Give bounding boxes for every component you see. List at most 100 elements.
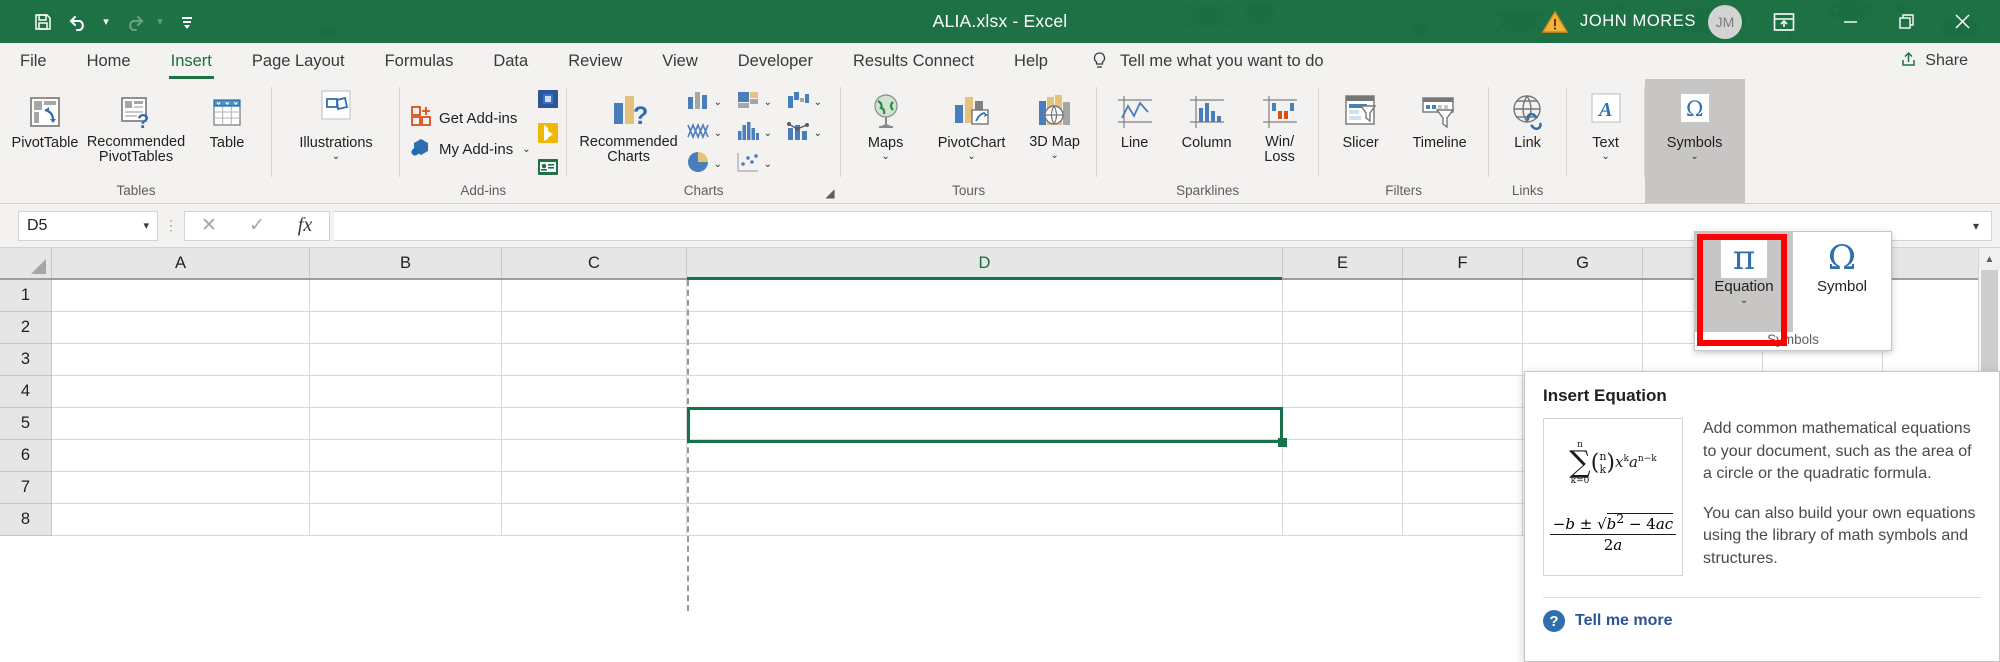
cell-b3[interactable] xyxy=(310,344,502,376)
close-icon[interactable] xyxy=(1934,0,1990,43)
cell-e8[interactable] xyxy=(1283,504,1403,536)
cell-f8[interactable] xyxy=(1403,504,1523,536)
cell-d2[interactable] xyxy=(687,312,1283,344)
cell-e4[interactable] xyxy=(1283,376,1403,408)
maps-button[interactable]: Maps ⌄ xyxy=(847,87,925,166)
hierarchy-chart-caret-icon[interactable]: ⌄ xyxy=(764,97,772,108)
sparkline-winloss-button[interactable]: Win/ Loss xyxy=(1247,87,1313,169)
cell-d4[interactable] xyxy=(687,376,1283,408)
cell-b5[interactable] xyxy=(310,408,502,440)
row-header-3[interactable]: 3 xyxy=(0,344,52,376)
pivottable-button[interactable]: PivotTable xyxy=(6,87,84,155)
share-button[interactable]: Share xyxy=(1886,48,1982,74)
cell-e6[interactable] xyxy=(1283,440,1403,472)
restore-icon[interactable] xyxy=(1878,0,1934,43)
row-header-7[interactable]: 7 xyxy=(0,472,52,504)
cell-a7[interactable] xyxy=(52,472,310,504)
tab-formulas[interactable]: Formulas xyxy=(365,43,474,79)
cell-d6[interactable] xyxy=(687,440,1283,472)
fill-handle[interactable] xyxy=(1278,438,1287,447)
cell-d1[interactable] xyxy=(687,280,1283,312)
cell-b2[interactable] xyxy=(310,312,502,344)
text-caret-icon[interactable]: ⌄ xyxy=(1601,151,1609,162)
symbols-button[interactable]: Ω Symbols ⌄ xyxy=(1651,87,1739,166)
timeline-button[interactable]: Timeline xyxy=(1397,87,1483,155)
user-name[interactable]: JOHN MORES xyxy=(1580,12,1696,31)
row-header-1[interactable]: 1 xyxy=(0,280,52,312)
row-header-6[interactable]: 6 xyxy=(0,440,52,472)
3d-map-caret-icon[interactable]: ⌄ xyxy=(1050,150,1058,161)
column-header-a[interactable]: A xyxy=(52,248,310,278)
pivotchart-caret-icon[interactable]: ⌄ xyxy=(967,151,975,162)
cell-a4[interactable] xyxy=(52,376,310,408)
column-header-d[interactable]: D xyxy=(687,248,1283,280)
row-header-2[interactable]: 2 xyxy=(0,312,52,344)
my-addins-button[interactable]: My Add-ins ⌄ xyxy=(406,134,535,165)
waterfall-chart-button[interactable]: ⌄ xyxy=(785,88,835,117)
cell-f6[interactable] xyxy=(1403,440,1523,472)
visio-icon[interactable] xyxy=(535,86,561,117)
cell-a6[interactable] xyxy=(52,440,310,472)
cell-f5[interactable] xyxy=(1403,408,1523,440)
pivotchart-button[interactable]: PivotChart ⌄ xyxy=(925,87,1019,166)
cell-a5[interactable] xyxy=(52,408,310,440)
text-button[interactable]: A Text ⌄ xyxy=(1573,87,1639,166)
cell-f1[interactable] xyxy=(1403,280,1523,312)
tab-review[interactable]: Review xyxy=(548,43,642,79)
cell-c2[interactable] xyxy=(502,312,687,344)
scatter-chart-button[interactable]: ⌄ xyxy=(735,150,785,179)
pie-chart-caret-icon[interactable]: ⌄ xyxy=(714,159,722,170)
hierarchy-chart-button[interactable]: ⌄ xyxy=(735,88,785,117)
cell-f4[interactable] xyxy=(1403,376,1523,408)
tab-results-connect[interactable]: Results Connect xyxy=(833,43,994,79)
ribbon-display-options-icon[interactable] xyxy=(1760,0,1808,43)
tell-me-more-link[interactable]: ? Tell me more xyxy=(1543,598,1981,632)
minimize-icon[interactable] xyxy=(1822,0,1878,43)
cell-g1[interactable] xyxy=(1523,280,1643,312)
column-header-c[interactable]: C xyxy=(502,248,687,278)
column-chart-caret-icon[interactable]: ⌄ xyxy=(714,97,722,108)
row-header-8[interactable]: 8 xyxy=(0,504,52,536)
my-add-ins-caret-icon[interactable]: ⌄ xyxy=(522,144,530,155)
column-header-g[interactable]: G xyxy=(1523,248,1643,278)
warning-triangle-icon[interactable] xyxy=(1541,10,1568,34)
expand-formula-bar-icon[interactable]: ▾ xyxy=(1973,219,1983,233)
cell-e3[interactable] xyxy=(1283,344,1403,376)
column-bar-chart-button[interactable]: ⌄ xyxy=(685,88,735,117)
sparkline-line-button[interactable]: Line xyxy=(1103,87,1167,155)
avatar[interactable]: JM xyxy=(1708,4,1742,39)
column-header-f[interactable]: F xyxy=(1403,248,1523,278)
tab-file[interactable]: File xyxy=(0,43,67,79)
line-area-chart-button[interactable]: ⌄ xyxy=(685,119,735,148)
scatter-chart-caret-icon[interactable]: ⌄ xyxy=(764,159,772,170)
illustrations-caret-icon[interactable]: ⌄ xyxy=(332,151,340,162)
cell-e1[interactable] xyxy=(1283,280,1403,312)
tell-me-search[interactable]: Tell me what you want to do xyxy=(1068,43,1324,79)
tab-data[interactable]: Data xyxy=(473,43,548,79)
cell-b7[interactable] xyxy=(310,472,502,504)
cell-g2[interactable] xyxy=(1523,312,1643,344)
cell-c6[interactable] xyxy=(502,440,687,472)
waterfall-chart-caret-icon[interactable]: ⌄ xyxy=(814,97,822,108)
cell-f2[interactable] xyxy=(1403,312,1523,344)
cell-c1[interactable] xyxy=(502,280,687,312)
cell-c7[interactable] xyxy=(502,472,687,504)
cell-d7[interactable] xyxy=(687,472,1283,504)
recommended-charts-button[interactable]: ? Recommended Charts xyxy=(573,87,685,169)
symbol-menu-item[interactable]: Ω Symbol xyxy=(1793,232,1891,332)
statistic-chart-caret-icon[interactable]: ⌄ xyxy=(764,128,772,139)
column-header-b[interactable]: B xyxy=(310,248,502,278)
scroll-up-arrow-icon[interactable]: ▲ xyxy=(1979,248,2000,270)
cell-c5[interactable] xyxy=(502,408,687,440)
cell-a2[interactable] xyxy=(52,312,310,344)
select-all-corner[interactable] xyxy=(0,248,52,278)
formula-bar-splitter[interactable]: ⋮ xyxy=(158,217,184,234)
tab-home[interactable]: Home xyxy=(67,43,151,79)
bing-maps-icon[interactable] xyxy=(535,120,561,151)
tab-page-layout[interactable]: Page Layout xyxy=(232,43,365,79)
sparkline-column-button[interactable]: Column xyxy=(1167,87,1247,155)
cell-a1[interactable] xyxy=(52,280,310,312)
tab-view[interactable]: View xyxy=(642,43,717,79)
equation-menu-item[interactable]: π Equation ⌄ xyxy=(1695,232,1793,332)
link-button[interactable]: Link xyxy=(1495,87,1561,155)
